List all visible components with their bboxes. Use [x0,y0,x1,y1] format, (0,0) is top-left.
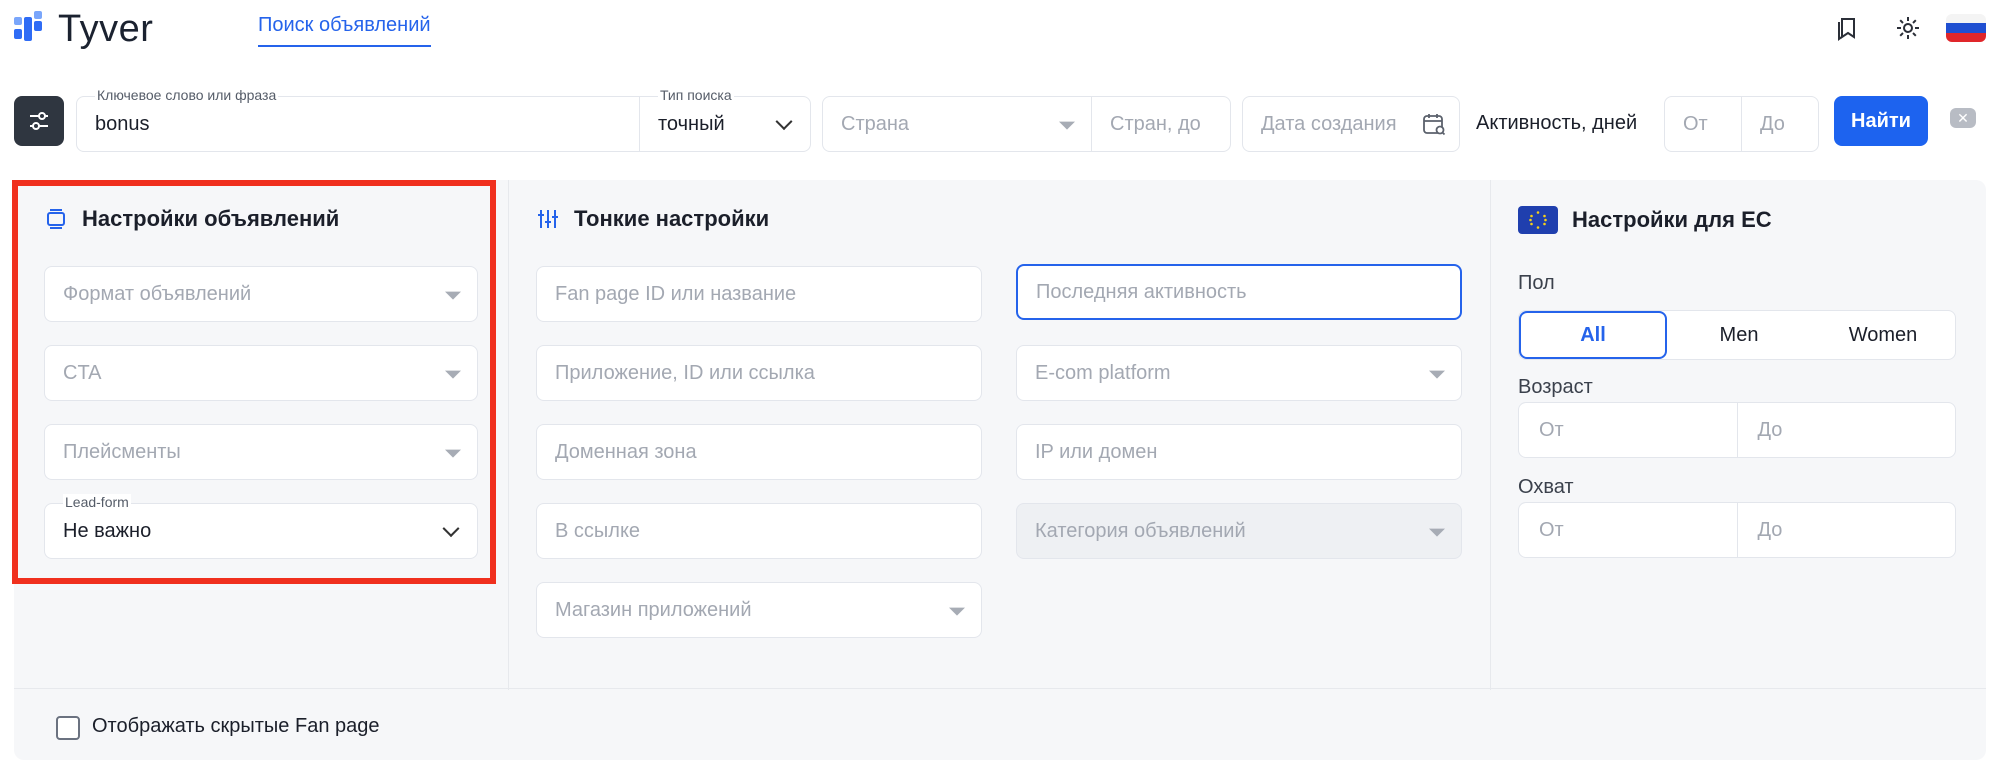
find-button[interactable]: Найти [1834,96,1928,146]
activity-to-placeholder: До [1760,112,1785,135]
reach-label: Охват [1518,476,1574,498]
age-range: От До [1518,402,1956,458]
in-link-placeholder: В ссылке [555,519,641,542]
last-activity-input[interactable]: Последняя активность [1016,264,1462,320]
caret-down-icon [1429,370,1445,379]
ecom-platform-select[interactable]: E-com platform [1016,345,1462,401]
activity-from-placeholder: От [1683,112,1708,135]
settings-gear-icon[interactable] [1892,12,1924,44]
ad-category-placeholder: Категория объявлений [1035,519,1246,542]
app-store-select[interactable]: Магазин приложений [536,582,982,638]
country-select[interactable]: Страна [822,96,1092,152]
creation-date-placeholder: Дата создания [1261,112,1397,135]
domain-zone-placeholder: Доменная зона [555,440,697,463]
filters-toggle-button[interactable] [14,96,64,146]
fine-settings-title: Тонкие настройки [536,206,769,232]
app-store-placeholder: Магазин приложений [555,598,752,621]
logo[interactable]: Tyver [14,8,153,51]
eu-settings-title: Настройки для ЕС [1518,206,1772,234]
reach-range: От До [1518,502,1956,558]
age-to-input[interactable]: До [1736,403,1956,457]
highlight-box [12,180,496,584]
country-placeholder: Страна [841,112,910,135]
ip-domain-placeholder: IP или домен [1035,440,1158,463]
ip-domain-input[interactable]: IP или домен [1016,424,1462,480]
gender-toggle: All Men Women [1518,310,1956,360]
domain-zone-input[interactable]: Доменная зона [536,424,982,480]
fanpage-placeholder: Fan page ID или название [555,282,797,305]
keyword-label: Ключевое слово или фраза [95,87,279,103]
age-label: Возраст [1518,376,1593,398]
app-input[interactable]: Приложение, ID или ссылка [536,345,982,401]
column-divider [1490,180,1491,690]
gender-option-men[interactable]: Men [1667,311,1811,359]
keyword-value: bonus [95,112,150,135]
age-from-input[interactable]: От [1519,403,1737,457]
column-divider [508,180,509,690]
ecom-placeholder: E-com platform [1035,361,1171,384]
calendar-icon [1421,111,1447,142]
activity-days-label: Активность, дней [1476,112,1638,134]
logo-text: Tyver [58,8,154,50]
search-type-select[interactable]: Тип поиска точный [639,87,811,152]
creation-date-input[interactable]: Дата создания [1242,96,1460,152]
nav-ad-search[interactable]: Поиск объявлений [258,14,431,47]
fine-settings-title-text: Тонкие настройки [574,206,770,231]
fanpage-input[interactable]: Fan page ID или название [536,266,982,322]
gender-label: Пол [1518,272,1555,294]
eu-settings-title-text: Настройки для ЕС [1572,207,1772,232]
chevron-down-icon [775,113,793,131]
keyword-input[interactable]: Ключевое слово или фраза bonus [76,87,640,152]
search-type-value: точный [658,112,725,135]
caret-down-icon [949,607,965,616]
bookmarks-icon[interactable] [1832,12,1864,44]
country-to-placeholder: Стран, до [1110,112,1201,135]
in-link-input[interactable]: В ссылке [536,503,982,559]
ad-category-select[interactable]: Категория объявлений [1016,503,1462,559]
activity-to-input[interactable]: До [1741,96,1819,152]
eu-flag-icon [1518,206,1558,234]
reach-from-input[interactable]: От [1519,503,1737,557]
app-placeholder: Приложение, ID или ссылка [555,361,815,384]
logo-mark-icon [14,9,48,51]
caret-down-icon [1059,121,1075,130]
language-flag-icon[interactable] [1946,14,1986,42]
activity-from-input[interactable]: От [1664,96,1742,152]
sliders-icon [538,210,558,228]
footer-divider [14,688,1986,689]
last-activity-placeholder: Последняя активность [1036,280,1247,303]
gender-option-women[interactable]: Women [1811,311,1955,359]
caret-down-icon [1429,528,1445,537]
reach-to-input[interactable]: До [1736,503,1956,557]
country-to-input[interactable]: Стран, до [1091,96,1231,152]
clear-icon[interactable]: ✕ [1950,108,1976,128]
search-type-label: Тип поиска [658,87,734,103]
show-hidden-checkbox[interactable] [56,716,80,740]
gender-option-all[interactable]: All [1519,311,1667,359]
show-hidden-label: Отображать скрытые Fan page [92,715,380,737]
